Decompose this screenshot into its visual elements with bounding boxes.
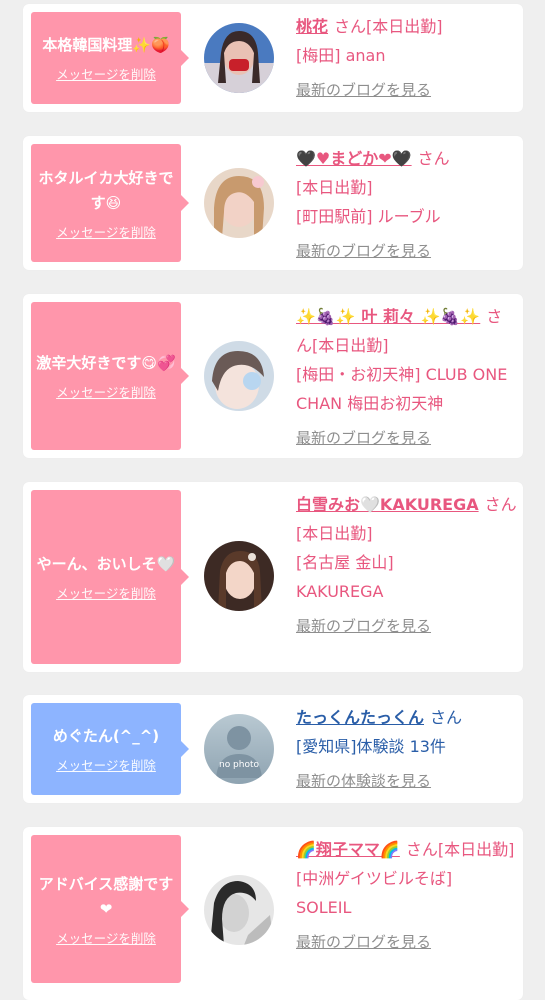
avatar[interactable]: no photo <box>204 714 274 784</box>
message-card: アドバイス感謝です❤ メッセージを削除 🌈翔子ママ🌈 さん[本日出勤] [中洲ゲイ… <box>23 827 523 1000</box>
latest-blog-link[interactable]: 最新のブログを見る <box>296 76 518 105</box>
delete-message-link[interactable]: メッセージを削除 <box>56 583 156 602</box>
message-bubble: やーん、おいしそ🤍 メッセージを削除 <box>31 490 189 664</box>
message-text: 激辛大好きです😋💞 <box>36 354 176 372</box>
no-photo-text: no photo <box>218 760 260 770</box>
girl-name-link[interactable]: 桃花 <box>296 17 328 36</box>
latest-blog-link[interactable]: 最新のブログを見る <box>296 424 518 453</box>
avatar[interactable] <box>204 23 274 93</box>
delete-message-link[interactable]: メッセージを削除 <box>56 222 156 241</box>
status-text: さん[本日出勤] <box>405 840 515 859</box>
message-card: ホタルイカ大好きです😆 メッセージを削除 🖤♥まどか❤🖤 さん [本日出勤] [町… <box>23 136 523 270</box>
status-text: さん[本日出勤] <box>334 17 443 36</box>
latest-report-link[interactable]: 最新の体験談を見る <box>296 767 518 796</box>
message-card: 本格韓国料理✨🍑 メッセージを削除 桃花 さん[本日出勤] [梅田] anan 最… <box>23 4 523 112</box>
delete-message-link[interactable]: メッセージを削除 <box>56 382 156 401</box>
latest-blog-link[interactable]: 最新のブログを見る <box>296 237 518 266</box>
delete-message-link[interactable]: メッセージを削除 <box>56 755 156 774</box>
shop-text: [梅田・お初天神] CLUB ONE CHAN 梅田お初天神 <box>296 365 508 413</box>
message-bubble: ホタルイカ大好きです😆 メッセージを削除 <box>31 144 189 262</box>
shop-text: [町田駅前] ルーブル <box>296 207 441 226</box>
girl-info: ✨🍇✨ 叶 莉々 ✨🍇✨ さん[本日出勤] [梅田・お初天神] CLUB ONE … <box>296 302 518 453</box>
girl-info: 🖤♥まどか❤🖤 さん [本日出勤] [町田駅前] ルーブル 最新のブログを見る <box>296 144 518 266</box>
shop-text: [中洲ゲイツビルそば] SOLEIL <box>296 869 453 917</box>
latest-blog-link[interactable]: 最新のブログを見る <box>296 612 518 641</box>
girl-info: 桃花 さん[本日出勤] [梅田] anan 最新のブログを見る <box>296 12 518 105</box>
girl-info: 🌈翔子ママ🌈 さん[本日出勤] [中洲ゲイツビルそば] SOLEIL 最新のブログ… <box>296 835 518 957</box>
san-text: さん <box>430 708 463 727</box>
message-text: やーん、おいしそ🤍 <box>36 555 176 573</box>
shop-text: [梅田] anan <box>296 46 386 65</box>
avatar[interactable] <box>204 541 274 611</box>
girl-name-link[interactable]: 白雪みお🤍KAKUREGA <box>296 495 479 514</box>
girl-info: 白雪みお🤍KAKUREGA さん[本日出勤] [名古屋 金山] KAKUREGA … <box>296 490 518 641</box>
message-text: めぐたん(^_^) <box>52 727 160 745</box>
message-text: 本格韓国料理✨🍑 <box>42 36 170 54</box>
message-card: めぐたん(^_^) メッセージを削除 no photo たっくんたっくん さん [… <box>23 695 523 803</box>
delete-message-link[interactable]: メッセージを削除 <box>56 928 156 947</box>
delete-message-link[interactable]: メッセージを削除 <box>56 64 156 83</box>
latest-blog-link[interactable]: 最新のブログを見る <box>296 928 518 957</box>
girl-name-link[interactable]: 🌈翔子ママ🌈 <box>296 840 400 859</box>
girl-name-link[interactable]: 🖤♥まどか❤🖤 <box>296 149 412 168</box>
report-count-text: [愛知県]体験談 13件 <box>296 737 446 756</box>
message-card: 激辛大好きです😋💞 メッセージを削除 ✨🍇✨ 叶 莉々 ✨🍇✨ さん[本日出勤] … <box>23 294 523 458</box>
message-text: ホタルイカ大好きです😆 <box>38 168 174 212</box>
user-info: たっくんたっくん さん [愛知県]体験談 13件 最新の体験談を見る <box>296 703 518 796</box>
user-name-link[interactable]: たっくんたっくん <box>296 708 424 727</box>
message-bubble: アドバイス感謝です❤ メッセージを削除 <box>31 835 189 983</box>
avatar[interactable] <box>204 168 274 238</box>
message-card: やーん、おいしそ🤍 メッセージを削除 白雪みお🤍KAKUREGA さん[本日出勤]… <box>23 482 523 672</box>
message-text: アドバイス感謝です❤ <box>38 874 174 918</box>
message-bubble: 激辛大好きです😋💞 メッセージを削除 <box>31 302 189 450</box>
shop-text: [名古屋 金山] KAKUREGA <box>296 553 394 601</box>
avatar[interactable] <box>204 341 274 411</box>
status-text: [本日出勤] <box>296 178 373 197</box>
message-bubble: めぐたん(^_^) メッセージを削除 <box>31 703 189 795</box>
status-text: さん <box>417 149 450 168</box>
girl-name-link[interactable]: ✨🍇✨ 叶 莉々 ✨🍇✨ <box>296 307 480 326</box>
avatar[interactable] <box>204 875 274 945</box>
message-bubble: 本格韓国料理✨🍑 メッセージを削除 <box>31 12 189 104</box>
